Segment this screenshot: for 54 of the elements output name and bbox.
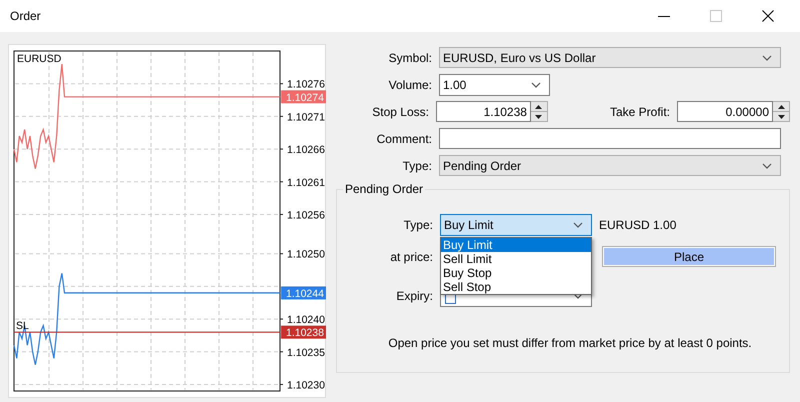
group-title: Pending Order xyxy=(344,182,424,196)
up-triangle-icon xyxy=(535,104,542,108)
close-icon xyxy=(762,10,774,22)
dropdown-option[interactable]: Sell Stop xyxy=(441,280,591,294)
spin-down-button[interactable] xyxy=(773,111,789,121)
price-tag: 1.10244 xyxy=(281,286,326,300)
number-field[interactable]: 1.10238 xyxy=(436,101,531,122)
field-label: Stop Loss: xyxy=(371,104,429,118)
chevron-down-icon xyxy=(573,292,583,298)
field-label: Type: xyxy=(402,218,433,232)
field-label: at price: xyxy=(389,250,433,264)
field-label: Type: xyxy=(402,158,432,172)
dropdown-option[interactable]: Buy Limit xyxy=(441,238,591,252)
down-triangle-icon xyxy=(535,114,542,118)
axis-label: 1.10276 xyxy=(287,78,325,91)
field-label: Symbol: xyxy=(388,50,432,64)
chevron-down-icon xyxy=(762,54,772,60)
info-text: Open price you set must differ from market price by at least 0 points. xyxy=(387,336,753,350)
comment-field[interactable] xyxy=(439,128,781,149)
down-triangle-icon xyxy=(778,114,784,118)
number-field[interactable]: 0.00000 xyxy=(677,101,773,122)
symbol-volume-text: EURUSD 1.00 xyxy=(599,218,676,232)
up-triangle-icon xyxy=(778,104,784,108)
field-label: Expiry: xyxy=(395,288,433,302)
price-tag: 1.10274 xyxy=(281,90,326,104)
field-label: Comment: xyxy=(376,132,432,146)
dropdown-option[interactable]: Buy Stop xyxy=(441,266,591,280)
maximize-icon xyxy=(710,10,722,22)
axis-label: 1.10256 xyxy=(287,209,325,222)
axis-label: 1.10240 xyxy=(287,314,325,326)
axis-label: 1.10261 xyxy=(287,176,325,189)
place-button[interactable]: Place xyxy=(602,246,776,267)
order-type-dropdown[interactable]: Pending Order xyxy=(439,155,781,176)
dropdown-option[interactable]: Sell Limit xyxy=(441,252,591,266)
chevron-down-icon xyxy=(531,82,541,88)
axis-label: 1.10235 xyxy=(287,346,325,359)
chevron-down-icon xyxy=(573,222,583,228)
spin-down-button[interactable] xyxy=(530,111,547,121)
field-label: Take Profit: xyxy=(608,104,670,118)
line-label: SL xyxy=(16,320,29,332)
axis-label: 1.10250 xyxy=(287,248,325,261)
price-tag: 1.10238 xyxy=(281,326,326,340)
spin-up-button[interactable] xyxy=(530,102,547,111)
symbol-dropdown[interactable]: EURUSD, Euro vs US Dollar xyxy=(439,47,781,68)
chart-title: EURUSD xyxy=(17,53,62,65)
chevron-down-icon xyxy=(762,162,772,168)
pending-type-dropdown[interactable]: Buy Limit xyxy=(440,214,592,236)
window-title: Order xyxy=(10,9,42,23)
field-label: Volume: xyxy=(388,78,432,92)
axis-label: 1.10271 xyxy=(287,111,325,124)
volume-dropdown[interactable]: 1.00 xyxy=(439,74,550,96)
axis-label: 1.10266 xyxy=(287,144,325,156)
spin-up-button[interactable] xyxy=(773,102,789,111)
axis-label: 1.10230 xyxy=(287,379,325,392)
